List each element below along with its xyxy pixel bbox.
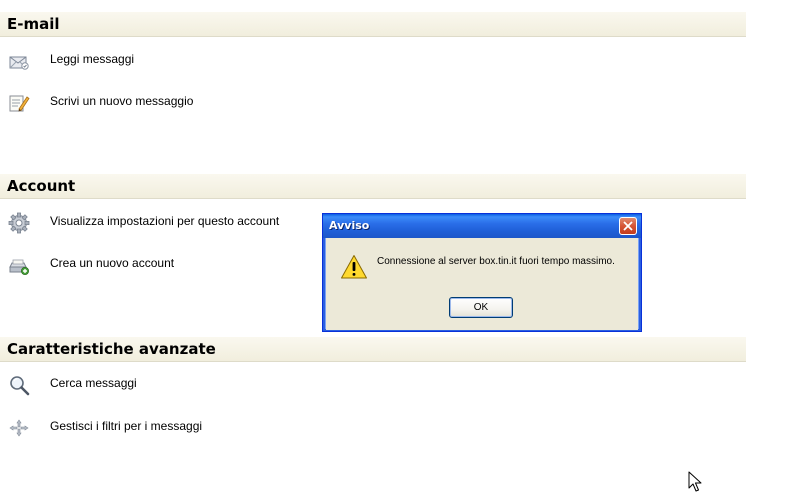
section-header-advanced: Caratteristiche avanzate [0, 337, 746, 362]
mouse-pointer-icon [688, 471, 702, 493]
filter-arrows-icon [8, 417, 30, 439]
write-new-message-link[interactable]: Scrivi un nuovo messaggio [0, 92, 310, 118]
search-messages-link[interactable]: Cerca messaggi [0, 374, 310, 400]
dialog-body: Connessione al server box.tin.it fuori t… [326, 238, 638, 330]
search-messages-label: Cerca messaggi [50, 376, 137, 390]
warning-dialog: Avviso Connessione al server box.tin.it … [322, 213, 642, 332]
create-new-account-label: Crea un nuovo account [50, 256, 175, 270]
dialog-message: Connessione al server box.tin.it fuori t… [377, 256, 615, 267]
write-new-message-label: Scrivi un nuovo messaggio [50, 94, 194, 108]
close-icon [623, 221, 633, 231]
read-messages-link[interactable]: Leggi messaggi [0, 50, 310, 76]
manage-filters-label: Gestisci i filtri per i messaggi [50, 419, 203, 433]
warning-icon [340, 254, 368, 280]
manage-filters-link[interactable]: Gestisci i filtri per i messaggi [0, 417, 310, 443]
create-new-account-link[interactable]: Crea un nuovo account [0, 254, 310, 280]
magnifier-icon [8, 374, 30, 396]
read-messages-label: Leggi messaggi [50, 52, 135, 66]
compose-message-icon [8, 92, 30, 114]
dialog-titlebar[interactable]: Avviso [323, 214, 641, 238]
view-account-settings-link[interactable]: Visualizza impostazioni per questo accou… [0, 212, 310, 238]
account-central-page: E-mail Leggi messaggi Scrivi un nuovo me… [0, 0, 800, 502]
section-header-account: Account [0, 174, 746, 199]
settings-gear-icon [8, 212, 30, 234]
ok-button[interactable]: OK [449, 297, 513, 318]
read-mail-icon [8, 50, 30, 72]
new-account-icon [8, 254, 30, 276]
view-account-settings-label: Visualizza impostazioni per questo accou… [50, 214, 280, 228]
section-header-email: E-mail [0, 12, 746, 37]
dialog-title: Avviso [329, 219, 370, 232]
close-button[interactable] [619, 217, 637, 235]
